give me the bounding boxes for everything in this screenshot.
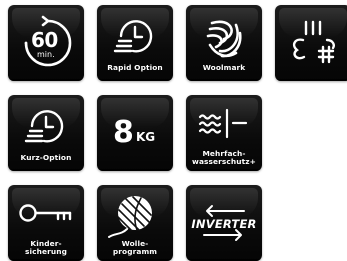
mehrfach-label-line2: wasserschutz+ <box>192 157 256 167</box>
kindersicherung-label: Kinder- sicherung <box>8 239 84 257</box>
mehrfach-label: Mehrfach- wasserschutz+ <box>186 149 262 167</box>
tile-mehrfach-wasserschutz: Mehrfach- wasserschutz+ <box>186 95 262 171</box>
tile-kindersicherung: Kinder- sicherung <box>8 185 84 261</box>
load-number: 8 <box>113 115 134 150</box>
tile-kurz-option: Kurz-Option <box>8 95 84 171</box>
kurz-option-label: Kurz-Option <box>20 153 72 162</box>
steam-icon <box>292 20 335 64</box>
tile-rapid-option: Rapid Option <box>97 5 173 81</box>
wolle-label: Wolle- programm <box>97 239 173 257</box>
tile-wolleprogramm: Wolle- programm <box>97 185 173 261</box>
tile-inverter: INVERTER <box>186 185 262 261</box>
inverter-text: INVERTER <box>191 217 257 231</box>
tile-8-kg: 8 KG <box>97 95 173 171</box>
woolmark-label: Woolmark <box>202 63 246 72</box>
kindersicherung-label-line2: sicherung <box>25 247 67 257</box>
timer-number: 60 <box>31 28 58 52</box>
load-unit: KG <box>136 130 156 144</box>
wolle-label-line2: programm <box>112 247 158 257</box>
timer-unit: min. <box>37 50 55 59</box>
tile-60-min: 60 min. <box>8 5 84 81</box>
feature-icons-grid: 60 min. Rapid Option Woolmark Kurz-Optio… <box>0 0 347 261</box>
rapid-option-label: Rapid Option <box>107 63 163 72</box>
tile-woolmark: Woolmark <box>186 5 262 81</box>
tile-steam <box>275 5 347 81</box>
